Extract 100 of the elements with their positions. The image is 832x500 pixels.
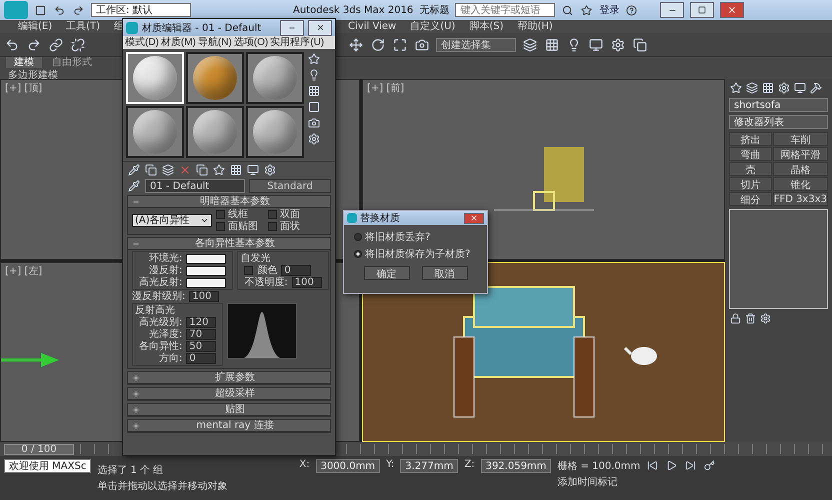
viewport[interactable] <box>362 262 725 442</box>
move-icon[interactable] <box>348 36 364 52</box>
menu-item[interactable]: 选项(O) <box>234 36 268 49</box>
spinner-field[interactable]: 100 <box>292 277 322 288</box>
sample-slot[interactable] <box>126 106 184 158</box>
rollout-header[interactable]: 明暗器基本参数 <box>128 196 330 208</box>
modifier-button[interactable]: FFD 3x3x3 <box>772 192 828 206</box>
menu-item[interactable]: 编辑(E) <box>18 20 52 33</box>
hammer-icon[interactable] <box>809 81 823 95</box>
close-button[interactable] <box>464 212 484 224</box>
modifier-button[interactable]: 网格平滑 <box>772 147 828 161</box>
color-swatch[interactable] <box>186 266 226 276</box>
display-icon[interactable] <box>793 81 807 95</box>
maximize-button[interactable] <box>690 2 714 18</box>
radio-button[interactable] <box>354 250 362 258</box>
material-options-icon[interactable] <box>263 163 277 177</box>
menu-item[interactable]: Civil View <box>348 20 396 33</box>
delete-icon[interactable] <box>744 312 757 325</box>
search-field[interactable]: 键入关键字或短语 <box>455 3 556 17</box>
rollout-header[interactable]: 各向异性基本参数 <box>128 238 330 250</box>
key-icon[interactable] <box>703 459 716 472</box>
modifier-button[interactable]: 壳 <box>729 162 772 176</box>
copy-icon[interactable] <box>632 36 648 52</box>
checkbox-option[interactable]: 线框 <box>216 209 258 220</box>
selection-set-dropdown[interactable]: 创建选择集 <box>436 38 516 52</box>
coordinate-field[interactable]: 392.059mm <box>480 459 552 473</box>
undo-icon[interactable] <box>53 4 66 16</box>
scale-icon[interactable] <box>392 36 408 52</box>
material-name-field[interactable]: 01 - Default <box>145 179 245 193</box>
star-icon[interactable] <box>580 4 594 16</box>
menu-item[interactable]: 导航(N) <box>198 36 232 49</box>
redo-icon[interactable] <box>26 36 42 52</box>
checkbox-option[interactable]: 双面 <box>268 209 300 220</box>
rotate-icon[interactable] <box>370 36 386 52</box>
help-icon[interactable] <box>625 4 638 16</box>
sample-slot[interactable] <box>246 52 304 104</box>
menu-item[interactable]: 工具(T) <box>66 20 100 33</box>
frame-counter[interactable]: 0 / 100 <box>4 444 74 454</box>
modifier-stack[interactable] <box>729 209 828 309</box>
settings-icon[interactable] <box>610 36 626 52</box>
modifier-button[interactable]: 挤出 <box>729 132 772 146</box>
ribbon-tab[interactable]: 自由形式 <box>44 57 100 68</box>
viewport-label[interactable]: [+] [左] <box>1 262 46 278</box>
menu-item[interactable]: 脚本(S) <box>469 20 504 33</box>
spinner-field[interactable]: 0 <box>186 353 216 364</box>
checkbox-option[interactable]: 面状 <box>268 221 300 232</box>
coordinate-field[interactable]: 3000.0mm <box>316 459 380 473</box>
modifier-list-dropdown[interactable]: 修改器列表 <box>729 115 828 129</box>
close-button[interactable] <box>720 2 744 18</box>
spinner-field[interactable]: 120 <box>186 317 216 328</box>
grid-icon[interactable] <box>544 36 560 52</box>
material-type-button[interactable]: Standard <box>249 179 331 193</box>
dialog-button[interactable]: 确定 <box>364 266 410 280</box>
undo-icon[interactable] <box>4 36 20 52</box>
shader-dropdown[interactable]: (A)各向异性 <box>132 214 212 227</box>
checkbox[interactable] <box>216 210 225 219</box>
minimize-button[interactable] <box>660 2 684 18</box>
rollout-header[interactable]: 扩展参数 <box>128 372 330 384</box>
layers-icon[interactable] <box>522 36 538 52</box>
sign-in-link[interactable]: 登录 <box>599 3 620 17</box>
modifier-button[interactable]: 车削 <box>772 132 828 146</box>
radio-button[interactable] <box>354 233 362 241</box>
spinner-field[interactable]: 100 <box>189 291 220 302</box>
rollout-header[interactable]: mental ray 连接 <box>128 420 330 432</box>
modifier-button[interactable]: 弯曲 <box>729 147 772 161</box>
modifier-button[interactable]: 晶格 <box>772 162 828 176</box>
add-time-tag-button[interactable]: 添加时间标记 <box>557 475 640 489</box>
sample-slot[interactable] <box>186 106 244 158</box>
spinner-field[interactable]: 50 <box>186 341 216 352</box>
options-icon[interactable] <box>307 132 321 146</box>
modifier-button[interactable]: 切片 <box>729 177 772 191</box>
rollout-header[interactable]: 贴图 <box>128 404 330 416</box>
color-swatch[interactable] <box>186 278 226 288</box>
maxscript-listener-field[interactable]: 欢迎使用 MAXSc <box>4 459 92 473</box>
workspace-dropdown[interactable]: 工作区: 默认 <box>91 3 191 17</box>
minimize-button[interactable] <box>280 20 304 36</box>
modifier-button[interactable]: 细分 <box>729 192 772 206</box>
previous-frame-icon[interactable] <box>646 459 660 472</box>
modifier-button[interactable]: 锥化 <box>772 177 828 191</box>
ribbon-tab[interactable]: 建模 <box>6 57 42 68</box>
checkbox[interactable] <box>268 210 277 219</box>
checkbox[interactable] <box>244 266 254 275</box>
unlink-icon[interactable] <box>70 36 86 52</box>
play-icon[interactable] <box>665 459 678 472</box>
search-icon[interactable] <box>561 4 574 16</box>
pick-material-icon[interactable] <box>127 163 141 177</box>
checkbox-option[interactable]: 面贴图 <box>216 221 258 232</box>
eyedropper-icon[interactable] <box>127 179 141 193</box>
coordinate-field[interactable]: 3.277mm <box>400 459 458 473</box>
spinner-field[interactable]: 70 <box>186 329 216 340</box>
configure-icon[interactable] <box>759 312 772 325</box>
menu-item[interactable]: 帮助(H) <box>517 20 553 33</box>
menu-item[interactable]: 实用程序(U) <box>270 36 324 49</box>
object-name-field[interactable]: shortsofa <box>729 98 828 112</box>
checkbox[interactable] <box>216 222 225 231</box>
next-frame-icon[interactable] <box>684 459 698 472</box>
render-setup-icon[interactable] <box>588 36 604 52</box>
link-icon[interactable] <box>48 36 64 52</box>
color-swatch[interactable] <box>186 254 226 264</box>
checkbox[interactable] <box>268 222 277 231</box>
